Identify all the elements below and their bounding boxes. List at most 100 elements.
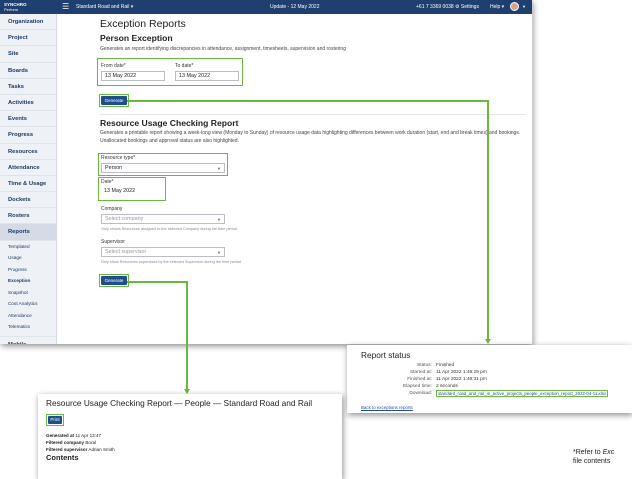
download-link[interactable]: standard_road_and_rail_in_active_project… [435,390,609,397]
date-label: Date* [101,179,114,185]
background-window-edge [532,5,533,344]
filtered-supervisor-key: Filtered supervisor [46,447,88,452]
from-date-label: From date* [101,63,126,69]
refer-note: *Refer to Exc file contents [573,448,614,466]
sidebar-subitem-templated[interactable]: Templated [0,241,56,253]
resource-type-value: Person [105,165,123,171]
generated-at-key: Generated at [46,433,75,438]
sidebar-item-rosters[interactable]: Rosters [0,208,56,225]
refer-note-prefix: *Refer to [573,449,603,456]
report-status-panel: Report status Status: Finished Started a… [347,345,632,413]
sidebar-item-mobile[interactable]: Mobile [0,335,56,344]
logo: SYNCHRO Perform [4,2,46,12]
download-key: Download: [409,391,432,396]
chevron-down-icon: ▼ [217,166,221,171]
settings-link[interactable]: ⚙ Settings [455,4,479,10]
sidebar-item-time-usage[interactable]: Time & Usage [0,176,56,193]
person-exception-description: Generates an report identifying discrepa… [100,46,346,52]
sidebar-subitem-exception[interactable]: Exception [0,275,56,287]
sidebar-item-attendance[interactable]: Attendance [0,160,56,176]
app-window: SYNCHRO Perform ☰ Standard Road and Rail… [0,0,532,344]
refer-note-italic: Exc [602,449,615,456]
sidebar-item-tasks[interactable]: Tasks [0,79,56,95]
supervisor-hint: Only show Resources supervised by the se… [101,260,241,264]
to-date-input[interactable]: 13 May 2022 [175,71,239,81]
company-placeholder: Select company [105,216,144,222]
hamburger-menu-icon[interactable]: ☰ [62,3,69,11]
finished-value: 11 Apr 2022 1:48:31 pm [436,377,487,382]
sidebar-subitem-cost-analytics[interactable]: Cost Analytics [0,298,56,310]
support-phone: +61 7 3369 0038 [416,4,454,10]
filtered-company-key: Filtered company [46,440,85,445]
printable-report-title: Resource Usage Checking Report — People … [46,398,313,408]
connector-to-report [127,281,187,283]
sidebar-item-resources[interactable]: Resources [0,144,56,160]
person-exception-generate-button[interactable]: Generate [101,96,127,105]
sidebar-item-progress[interactable]: Progress [0,127,56,144]
company-hint: Only shows Resources assigned to the sel… [101,227,237,231]
chevron-down-icon: ▼ [217,250,221,255]
chevron-down-icon[interactable]: ▼ [522,4,526,9]
printable-report-panel: Resource Usage Checking Report — People … [38,394,342,479]
sidebar-item-events[interactable]: Events [0,111,56,128]
chevron-down-icon: ▼ [217,217,221,222]
elapsed-value: 2 seconds [436,384,458,389]
connector-arrow-icon [485,339,491,344]
refer-note-line2: file contents [573,458,611,465]
help-menu[interactable]: Help ▾ [490,4,504,10]
supervisor-placeholder: Select supervisor [105,249,147,255]
section-divider [100,114,525,115]
usage-report-generate-button[interactable]: Generate [101,276,127,285]
sidebar-subitem-usage[interactable]: Usage [0,252,56,264]
generated-at-line: Generated at 11 Apr 13:47 [46,433,101,438]
sidebar-item-project[interactable]: Project [0,30,56,47]
sidebar-subitem-telematics[interactable]: Telematics [0,321,56,333]
avatar[interactable] [510,2,519,11]
connector-to-status-down [487,100,489,340]
elapsed-key: Elapsed time: [402,384,432,389]
company-select[interactable]: Select company ▼ [101,214,225,224]
finished-key: Finished at: [407,377,432,382]
generated-at-value: 11 Apr 13:47 [75,433,102,438]
supervisor-label: Supervisor [101,239,125,245]
logo-product: Perform [4,7,19,12]
date-input[interactable]: 13 May 2022 [101,187,163,197]
started-value: 11 Apr 2022 1:48:29 pm [436,370,487,375]
page-title: Exception Reports [100,18,186,30]
person-exception-heading: Person Exception [100,33,173,43]
usage-report-heading: Resource Usage Checking Report [100,118,239,128]
resource-type-label: Resource type* [101,155,136,161]
sidebar-item-dockets[interactable]: Dockets [0,192,56,209]
print-button[interactable]: Print [48,416,62,424]
supervisor-select[interactable]: Select supervisor ▼ [101,247,225,257]
report-status-title: Report status [361,350,411,360]
back-to-reports-link[interactable]: Back to exceptions reports [361,405,413,410]
update-selector[interactable]: Update - 12 May 2022 [270,4,319,10]
started-key: Started at: [409,370,432,375]
sidebar-item-organization[interactable]: Organization [0,14,56,31]
sidebar-item-reports[interactable]: Reports [0,224,56,241]
main-content: Exception Reports Person Exception Gener… [57,14,532,344]
top-bar: SYNCHRO Perform ☰ Standard Road and Rail… [0,0,532,14]
resource-type-select[interactable]: Person ▼ [101,163,225,173]
sidebar-item-activities[interactable]: Activities [0,95,56,112]
sidebar-item-site[interactable]: Site [0,46,56,63]
connector-to-report-down [186,281,188,389]
filtered-company-value: Boral [85,440,97,445]
status-value: Finished [436,363,455,368]
sidebar: Organization Project Site Boards Tasks A… [0,14,57,344]
sidebar-subitem-attendance[interactable]: Attendance [0,310,56,322]
project-selector[interactable]: Standard Road and Rail ▾ [76,4,133,10]
company-label: Company [101,206,123,212]
sidebar-subitem-snapshot[interactable]: Snapshot [0,287,56,299]
sidebar-subitem-progress[interactable]: Progress [0,264,56,276]
status-key: Status: [417,363,432,368]
filtered-supervisor-line: Filtered supervisor Adrian Smith [46,447,115,452]
filtered-company-line: Filtered company Boral [46,440,96,445]
to-date-label: To date* [175,63,194,69]
sidebar-item-boards[interactable]: Boards [0,63,56,79]
usage-report-description: Generates a printable report showing a w… [100,130,521,144]
from-date-input[interactable]: 13 May 2022 [101,71,165,81]
contents-heading: Contents [46,453,79,462]
filtered-supervisor-value: Adrian Smith [88,447,115,452]
